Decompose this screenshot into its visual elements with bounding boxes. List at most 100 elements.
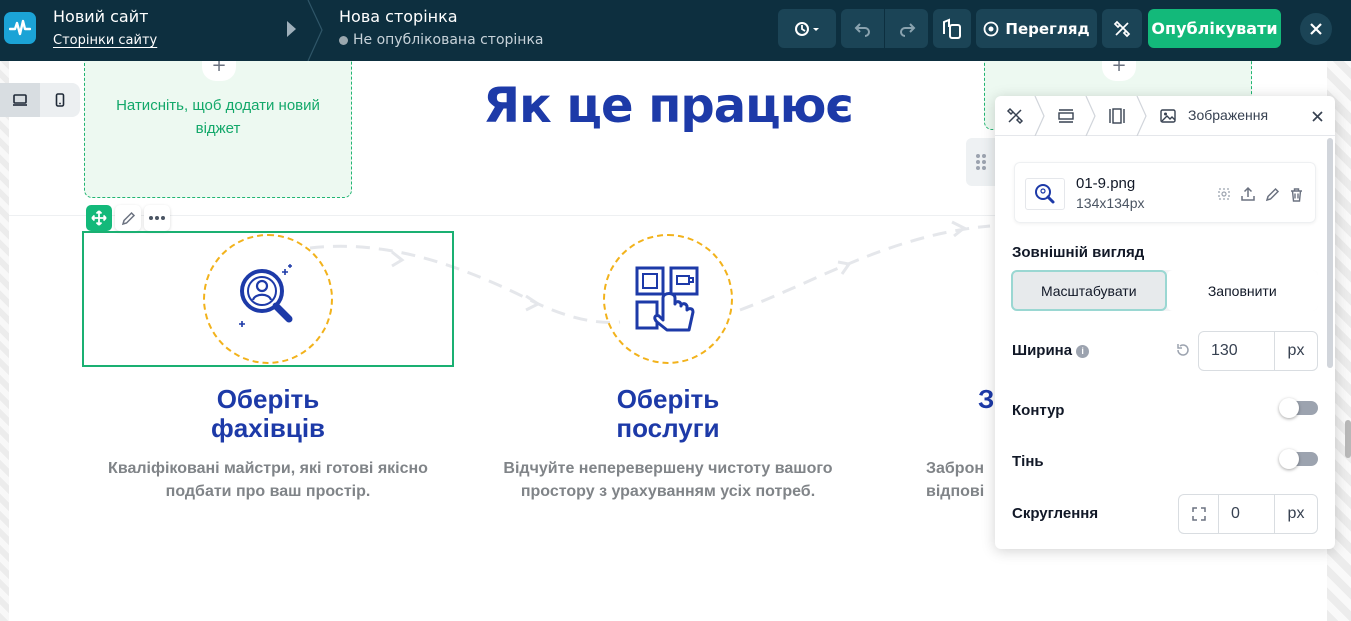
design-tools-button[interactable]: [1102, 9, 1142, 48]
trash-icon: [1290, 187, 1302, 202]
step-3-desc-line-2: відпові: [926, 483, 985, 500]
panel-breadcrumb-tabs: Зображення: [995, 96, 1335, 136]
more-icon: [149, 216, 165, 220]
step-2-desc-line-2: простору з урахуванням усіх потреб.: [520, 483, 816, 500]
desktop-icon: [13, 94, 27, 106]
panel-drag-handle[interactable]: [966, 138, 996, 186]
image-thumbnail[interactable]: [1025, 178, 1065, 210]
page-scrollbar[interactable]: [1345, 420, 1351, 458]
image-settings-panel: Зображення 01-9.png 134x134px Зовнішній: [995, 96, 1335, 549]
preview-label: Перегляд: [1005, 19, 1090, 38]
step-3-description[interactable]: Заброн відпові: [926, 457, 998, 503]
width-value[interactable]: 130: [1199, 332, 1274, 370]
desktop-view-button[interactable]: [0, 83, 40, 117]
mobile-edit-icon: [943, 18, 961, 39]
step-2-description[interactable]: Відчуйте неперевершену чистоту вашого пр…: [478, 457, 858, 503]
redo-icon: [899, 22, 915, 37]
image-file-actions: [1215, 185, 1305, 203]
expand-arrow-icon[interactable]: [287, 21, 296, 37]
undo-button[interactable]: [841, 9, 884, 48]
step-1-title-line-1: Оберіть: [216, 384, 320, 414]
canvas-margin-left: [0, 61, 9, 621]
step-2-title-line-1: Оберіть: [616, 384, 720, 414]
tab-separator: [1034, 96, 1045, 136]
close-editor-button[interactable]: [1300, 13, 1332, 45]
move-icon: [91, 210, 107, 226]
section-headline[interactable]: Як це працює: [420, 78, 916, 134]
toggle-knob: [1279, 449, 1299, 469]
panel-scrollbar[interactable]: [1327, 138, 1333, 368]
search-person-icon: [1035, 184, 1055, 204]
image-file-size: 134x134px: [1076, 195, 1145, 211]
site-title: Новий сайт: [53, 7, 149, 26]
image-tab-icon[interactable]: [1159, 107, 1177, 125]
site-pages-link[interactable]: Сторінки сайту: [53, 33, 157, 48]
radius-value[interactable]: 0: [1219, 495, 1274, 533]
appearance-toggle-group: Масштабувати Заповнити: [1011, 270, 1318, 311]
close-icon: [1310, 23, 1322, 35]
status-dot-icon: [339, 35, 348, 45]
page-status-text: Не опублікована сторінка: [353, 32, 544, 48]
upload-icon: [1241, 186, 1255, 201]
step-1-description[interactable]: Кваліфіковані майстри, які готові якісно…: [78, 457, 458, 503]
move-widget-button[interactable]: [86, 205, 112, 231]
step-2-title[interactable]: Оберіть послуги: [518, 385, 818, 443]
top-bar: Новий сайт Сторінки сайту Нова сторінка …: [0, 0, 1351, 61]
edit-widget-button[interactable]: [115, 205, 141, 231]
shadow-toggle[interactable]: [1279, 449, 1318, 469]
tab-separator: [1136, 96, 1147, 136]
publish-button[interactable]: Опублікувати: [1148, 9, 1281, 48]
drag-dots-icon: [976, 154, 986, 170]
step-1-desc-line-2: подбати про ваш простір.: [165, 483, 371, 500]
widget-toolbar: [86, 205, 170, 231]
step-1-title[interactable]: Оберіть фахівців: [118, 385, 418, 443]
step-1-desc-line-1: Кваліфіковані майстри, які готові якісно: [108, 460, 428, 477]
info-icon[interactable]: i: [1076, 344, 1090, 358]
image-file-card: 01-9.png 134x134px: [1014, 162, 1316, 223]
mobile-view-button[interactable]: [40, 83, 80, 117]
reset-width-icon[interactable]: [1175, 342, 1191, 358]
crop-icon: [1218, 188, 1230, 200]
mobile-icon: [55, 93, 65, 107]
width-input-field[interactable]: 130 px: [1198, 331, 1318, 371]
outline-toggle[interactable]: [1279, 398, 1318, 418]
fill-option-button[interactable]: Заповнити: [1166, 270, 1318, 311]
edit-image-button[interactable]: [1263, 185, 1281, 203]
radius-unit-select[interactable]: px: [1274, 495, 1317, 533]
more-options-button[interactable]: [144, 205, 170, 231]
radius-input-field[interactable]: 0 px: [1218, 494, 1318, 534]
appearance-label: Зовнішній вигляд: [1012, 244, 1145, 261]
device-switcher: [0, 83, 80, 117]
redo-button[interactable]: [885, 9, 928, 48]
delete-image-button[interactable]: [1287, 185, 1305, 203]
step-3-title[interactable]: З: [918, 385, 998, 414]
history-button[interactable]: [778, 9, 836, 48]
app-logo-icon[interactable]: [4, 12, 36, 44]
page-status: Не опублікована сторінка: [339, 32, 543, 48]
image-file-name: 01-9.png: [1076, 175, 1136, 192]
selected-widget-frame[interactable]: [82, 231, 454, 367]
preview-button[interactable]: Перегляд: [976, 9, 1097, 48]
tap-screen-icon: [635, 266, 699, 332]
close-icon: [1311, 110, 1323, 122]
section-tab-icon[interactable]: [1057, 107, 1075, 125]
add-widget-placeholder-left[interactable]: + Натисніть, щоб додати новий віджет: [84, 50, 352, 198]
crop-image-button[interactable]: [1215, 185, 1233, 203]
width-unit-select[interactable]: px: [1274, 332, 1317, 370]
breadcrumb-separator: [307, 0, 323, 61]
column-tab-icon[interactable]: [1108, 107, 1126, 125]
mobile-editor-button[interactable]: [933, 9, 971, 48]
scale-option-button[interactable]: Масштабувати: [1011, 270, 1167, 311]
page-title: Нова сторінка: [339, 7, 458, 26]
design-tab-icon[interactable]: [1006, 107, 1024, 125]
image-tab-label[interactable]: Зображення: [1188, 107, 1268, 123]
tools-icon: [1113, 20, 1131, 37]
step-2-image[interactable]: [603, 234, 733, 364]
corners-icon: [1191, 507, 1206, 521]
radius-corners-button[interactable]: [1178, 494, 1218, 534]
upload-image-button[interactable]: [1239, 185, 1257, 203]
close-panel-button[interactable]: [1307, 106, 1327, 126]
tab-separator: [1085, 96, 1096, 136]
eye-icon: [983, 21, 999, 36]
step-2-title-line-2: послуги: [616, 413, 720, 443]
